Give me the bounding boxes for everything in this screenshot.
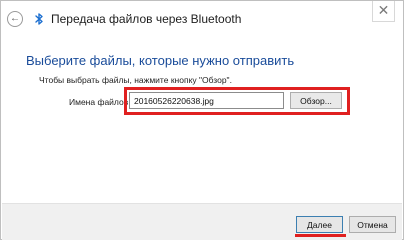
highlight-annotation <box>124 87 350 115</box>
page-heading: Выберите файлы, которые нужно отправить <box>26 53 295 68</box>
window-title: Передача файлов через Bluetooth <box>51 12 242 26</box>
back-arrow-icon: ← <box>10 13 20 24</box>
close-icon: ✕ <box>377 2 390 18</box>
dialog-window: ✕ ← Передача файлов через Bluetooth Выбе… <box>0 0 404 240</box>
cancel-button[interactable]: Отмена <box>349 216 396 233</box>
next-button[interactable]: Далее <box>296 216 343 233</box>
next-highlight-underline <box>295 234 346 237</box>
bluetooth-icon <box>35 13 43 25</box>
close-button[interactable]: ✕ <box>372 1 395 22</box>
header-row: ← Передача файлов через Bluetooth <box>7 9 241 29</box>
instruction-text: Чтобы выбрать файлы, нажмите кнопку "Обз… <box>39 75 232 85</box>
back-button[interactable]: ← <box>7 11 23 27</box>
title-bar: ✕ ← Передача файлов через Bluetooth <box>1 1 403 31</box>
file-names-label: Имена файлов: <box>69 97 131 107</box>
